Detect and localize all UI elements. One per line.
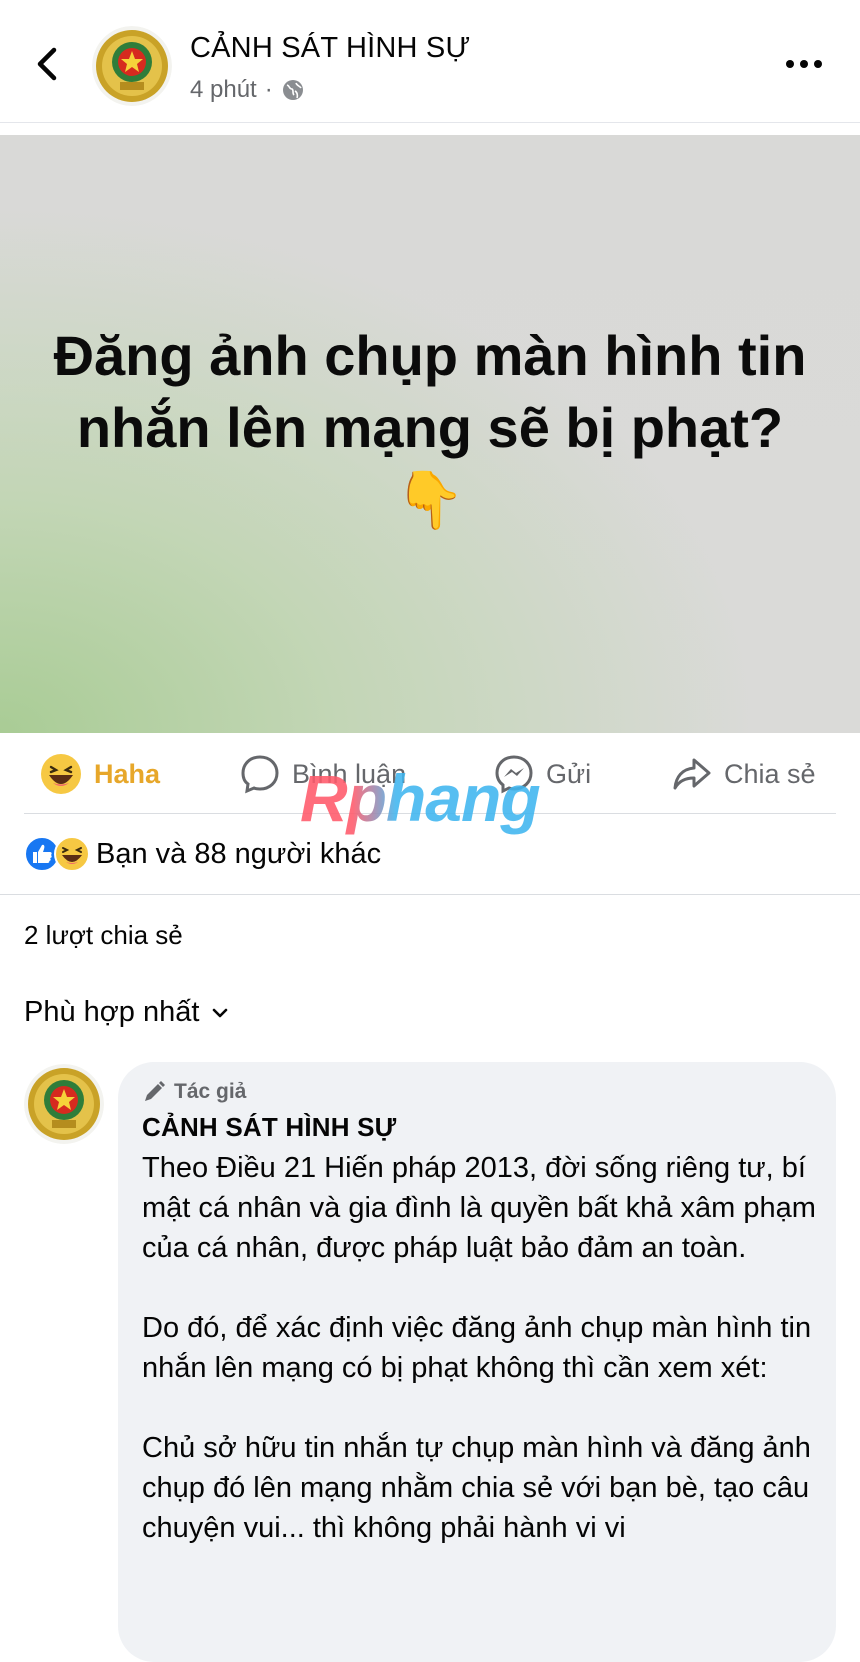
comment-paragraph: Theo Điều 21 Hiến pháp 2013, đời sống ri… (142, 1152, 816, 1264)
comment-sort-dropdown[interactable]: Phù hợp nhất (24, 996, 231, 1029)
more-icon[interactable] (784, 52, 824, 76)
comment-paragraph: Chủ sở hữu tin nhắn tự chụp màn hình và … (142, 1432, 811, 1544)
haha-button[interactable]: Haha (40, 752, 160, 796)
comment-avatar[interactable] (24, 1064, 104, 1144)
chevron-down-icon (213, 1008, 228, 1017)
action-bar: Haha Bình luận Gửi Chia sẻ (0, 734, 860, 814)
page-name[interactable]: CẢNH SÁT HÌNH SỰ (190, 32, 470, 65)
send-label: Gửi (546, 758, 592, 789)
author-badge-label: Tác giả (174, 1080, 247, 1103)
messenger-icon (495, 755, 533, 794)
send-button[interactable]: Gửi (494, 752, 591, 796)
post-title: Đăng ảnh chụp màn hình tin nhắn lên mạng… (53, 324, 807, 531)
sort-label: Phù hợp nhất (24, 996, 200, 1028)
post-image[interactable]: Đăng ảnh chụp màn hình tin nhắn lên mạng… (0, 135, 860, 733)
page-avatar[interactable] (92, 26, 172, 106)
post-time: 4 phút (190, 76, 257, 103)
comment-paragraph: Do đó, để xác định việc đăng ảnh chụp mà… (142, 1312, 812, 1384)
comment-author[interactable]: CẢNH SÁT HÌNH SỰ (142, 1112, 396, 1143)
haha-icon (41, 754, 81, 794)
share-label: Chia sẻ (724, 758, 816, 789)
reactions-summary[interactable]: Bạn và 88 người khác (24, 832, 381, 876)
comment-icon (241, 755, 279, 794)
divider (24, 813, 836, 814)
share-icon (673, 758, 711, 790)
back-arrow-icon[interactable] (28, 42, 68, 86)
comment-bubble[interactable]: Tác giả CẢNH SÁT HÌNH SỰ Theo Điều 21 Hi… (118, 1062, 836, 1662)
comment-text: Theo Điều 21 Hiến pháp 2013, đời sống ri… (142, 1148, 822, 1588)
share-button[interactable]: Chia sẻ (672, 752, 816, 796)
divider (0, 894, 860, 895)
post-meta: 4 phút · (190, 76, 305, 104)
comment-button[interactable]: Bình luận (240, 752, 406, 796)
globe-icon (282, 80, 303, 100)
shares-count[interactable]: 2 lượt chia sẻ (24, 920, 183, 951)
haha-label: Haha (94, 758, 161, 789)
comment-label: Bình luận (292, 758, 407, 789)
haha-icon (54, 836, 90, 872)
reaction-icons (24, 836, 94, 872)
meta-separator: · (264, 76, 273, 103)
author-badge: Tác giả (142, 1080, 246, 1104)
reactions-text: Bạn và 88 người khác (96, 837, 382, 870)
post-header: CẢNH SÁT HÌNH SỰ 4 phút · (0, 0, 860, 123)
pencil-icon (145, 1081, 165, 1101)
